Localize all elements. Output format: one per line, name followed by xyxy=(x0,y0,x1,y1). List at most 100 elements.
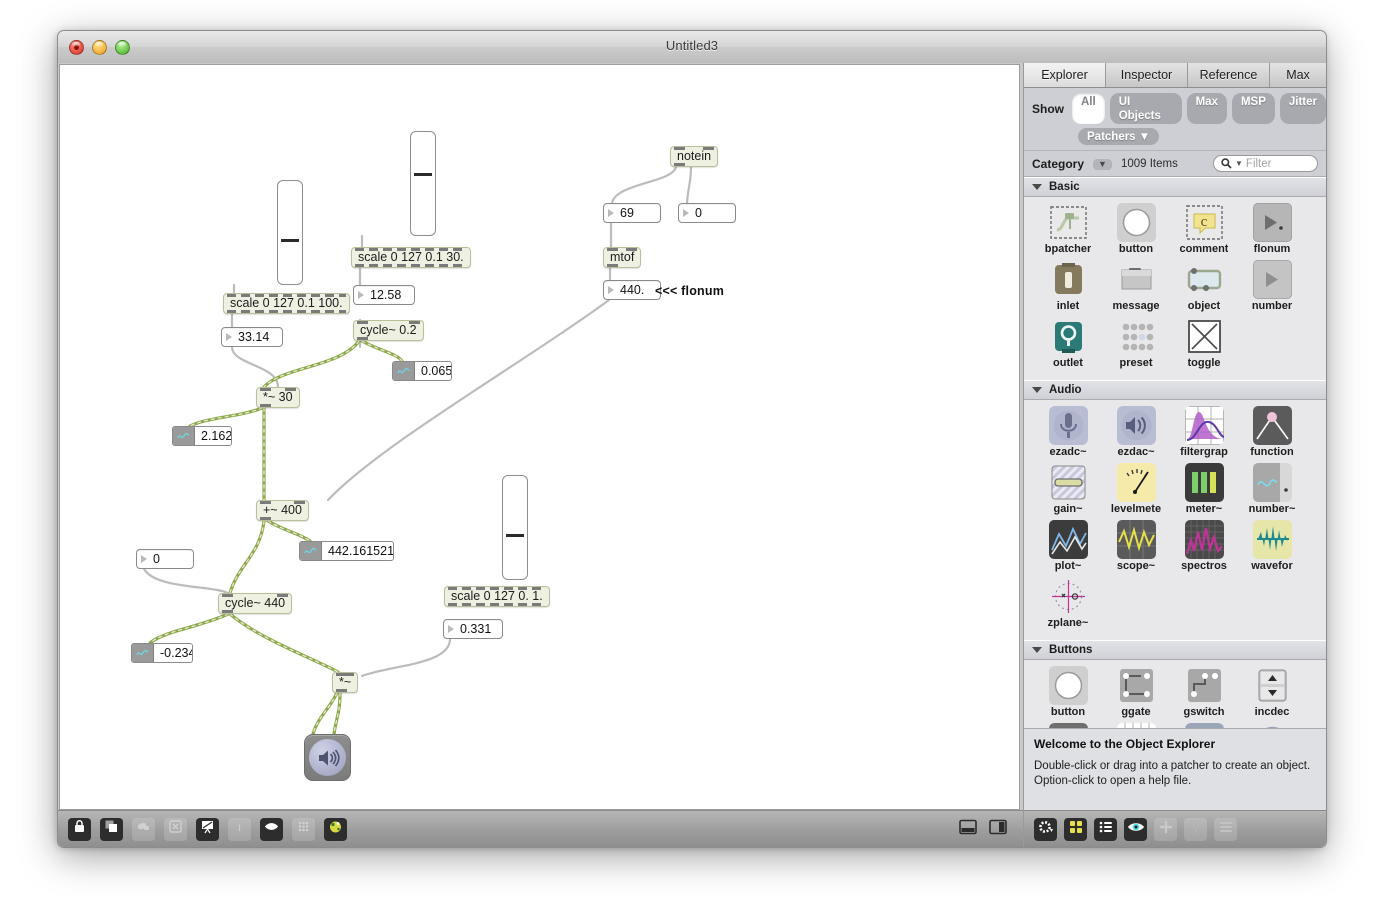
inspector-button[interactable]: i xyxy=(228,817,251,841)
object-item-levelmete[interactable]: levelmete xyxy=(1102,463,1170,515)
max-object-scale-left[interactable]: scale 0 127 0.1 100. xyxy=(223,293,350,314)
max-object-cycle-440[interactable]: cycle~ 440 xyxy=(218,593,292,614)
bottom-panel-toggle[interactable] xyxy=(956,818,979,841)
object-inlet-right[interactable] xyxy=(285,388,296,391)
lock-button[interactable] xyxy=(68,817,91,841)
object-item-flonum[interactable]: flonum xyxy=(1238,203,1306,255)
object-item-incdec[interactable]: incdec xyxy=(1238,666,1306,718)
object-inlet-right[interactable] xyxy=(409,321,420,324)
object-item-wavefor[interactable]: wavefor xyxy=(1238,520,1306,572)
view-button[interactable] xyxy=(260,817,283,841)
max-object-mult-sig[interactable]: *~ xyxy=(332,672,358,693)
object-inlet[interactable] xyxy=(357,321,368,324)
max-object-scale-right[interactable]: scale 0 127 0. 1. xyxy=(444,586,550,607)
tab-max[interactable]: Max xyxy=(1270,63,1326,87)
ezdac-button[interactable] xyxy=(304,734,351,781)
object-item-message[interactable]: message xyxy=(1102,260,1170,312)
object-outlet[interactable] xyxy=(336,689,347,692)
preview-button[interactable] xyxy=(1124,817,1147,841)
delete-button[interactable] xyxy=(164,817,187,841)
object-item-toggle[interactable]: toggle xyxy=(1170,317,1238,369)
number-box-num-0[interactable]: 0 xyxy=(678,203,736,223)
object-item-outlet[interactable]: outlet xyxy=(1034,317,1102,369)
object-inlet[interactable] xyxy=(355,248,467,251)
show-filter-all[interactable]: All xyxy=(1072,93,1105,124)
show-filter-jitter[interactable]: Jitter xyxy=(1279,93,1326,124)
filter-input[interactable]: ▼ Filter xyxy=(1213,155,1318,172)
max-object-mtof[interactable]: mtof xyxy=(603,247,641,268)
slider-handle[interactable] xyxy=(281,239,299,242)
slider-handle[interactable] xyxy=(414,173,432,176)
show-filter-ui-objects[interactable]: UI Objects xyxy=(1109,93,1182,124)
tab-inspector[interactable]: Inspector xyxy=(1106,63,1188,87)
object-item-spectros[interactable]: spectros xyxy=(1170,520,1238,572)
object-item-ggate[interactable]: ggate xyxy=(1102,666,1170,718)
number-box-num-3314[interactable]: 33.14 xyxy=(221,327,283,347)
object-outlet[interactable] xyxy=(227,310,346,313)
max-object-plus-400[interactable]: +~ 400 xyxy=(256,500,309,521)
object-inlet[interactable] xyxy=(607,248,618,251)
chevron-down-icon[interactable]: ▼ xyxy=(1093,157,1112,170)
menu-button[interactable] xyxy=(1214,817,1237,841)
object-outlet[interactable] xyxy=(357,337,368,340)
grid-view-button[interactable] xyxy=(1064,817,1087,841)
object-item-gswitch[interactable]: gswitch xyxy=(1170,666,1238,718)
object-item-ezdac[interactable]: ezdac~ xyxy=(1102,406,1170,458)
object-inlet-right[interactable] xyxy=(277,594,288,597)
object-item-gain[interactable]: gain~ xyxy=(1034,463,1102,515)
slider-slider-mid[interactable] xyxy=(410,131,436,236)
object-item-plot[interactable]: plot~ xyxy=(1034,520,1102,572)
object-outlet[interactable] xyxy=(222,610,233,613)
object-item-bpatcher[interactable]: bpatcher xyxy=(1034,203,1102,255)
signal-number-sig-2162[interactable]: 2.162 xyxy=(172,426,232,446)
object-outlet[interactable] xyxy=(448,603,546,606)
object-item-inlet[interactable]: inlet xyxy=(1034,260,1102,312)
number-box-num-1258[interactable]: 12.58 xyxy=(353,285,415,305)
max-object-cycle-02[interactable]: cycle~ 0.2 xyxy=(353,320,424,341)
number-box-num-0-left[interactable]: 0 xyxy=(136,549,194,569)
object-item-ezadc[interactable]: ezadc~ xyxy=(1034,406,1102,458)
object-sections[interactable]: Basic bpatcher button c comment flonum inlet me… xyxy=(1024,177,1326,728)
grid-button[interactable] xyxy=(292,817,315,841)
object-outlet[interactable] xyxy=(260,404,271,407)
object-item-comment[interactable]: c comment xyxy=(1170,203,1238,255)
slider-slider-left[interactable] xyxy=(277,180,303,285)
signal-number-sig-m0234[interactable]: -0.234 xyxy=(131,643,193,663)
object-inlet[interactable] xyxy=(222,594,233,597)
object-outlet[interactable] xyxy=(674,163,685,166)
add-button[interactable] xyxy=(1154,817,1177,841)
object-item-button[interactable]: button xyxy=(1102,203,1170,255)
show-filter-max[interactable]: Max xyxy=(1186,93,1227,124)
object-outlet[interactable] xyxy=(607,264,618,267)
presentation-button[interactable] xyxy=(100,817,123,841)
object-item-object[interactable]: object xyxy=(1170,260,1238,312)
snapshot-button[interactable] xyxy=(196,817,219,841)
help-button[interactable]: ? xyxy=(1184,817,1207,841)
signal-number-sig-0065[interactable]: 0.065 xyxy=(392,361,452,381)
max-object-mult-30[interactable]: *~ 30 xyxy=(256,387,300,408)
object-item-preset[interactable]: preset xyxy=(1102,317,1170,369)
object-inlet-right[interactable] xyxy=(294,501,305,504)
object-inlet[interactable] xyxy=(674,147,685,150)
number-box-num-440[interactable]: 440. xyxy=(603,280,661,300)
object-item-meter[interactable]: meter~ xyxy=(1170,463,1238,515)
patchers-dropdown[interactable]: Patchers ▼ xyxy=(1078,128,1160,145)
object-outlet[interactable] xyxy=(355,264,467,267)
tab-reference[interactable]: Reference xyxy=(1188,63,1270,87)
max-object-notein[interactable]: notein xyxy=(670,146,718,167)
section-header-audio[interactable]: Audio xyxy=(1024,380,1326,400)
search-dropdown-icon[interactable]: ▼ xyxy=(1235,159,1243,168)
object-item-number[interactable]: number~ xyxy=(1238,463,1306,515)
object-item-function[interactable]: function xyxy=(1238,406,1306,458)
slider-slider-right[interactable] xyxy=(502,475,528,580)
show-filter-msp[interactable]: MSP xyxy=(1231,93,1275,124)
add-object-button[interactable] xyxy=(132,817,155,841)
number-box-num-69[interactable]: 69 xyxy=(603,203,661,223)
object-inlet[interactable] xyxy=(227,294,346,297)
patcher-canvas[interactable]: scale 0 127 0.1 100. scale 0 127 0.1 30. s… xyxy=(59,64,1020,810)
object-inlet-right[interactable] xyxy=(343,673,354,676)
object-item-scope[interactable]: scope~ xyxy=(1102,520,1170,572)
object-item-zplane[interactable]: zplane~ xyxy=(1034,577,1102,629)
object-outlet[interactable] xyxy=(260,517,271,520)
slider-handle[interactable] xyxy=(506,534,524,537)
